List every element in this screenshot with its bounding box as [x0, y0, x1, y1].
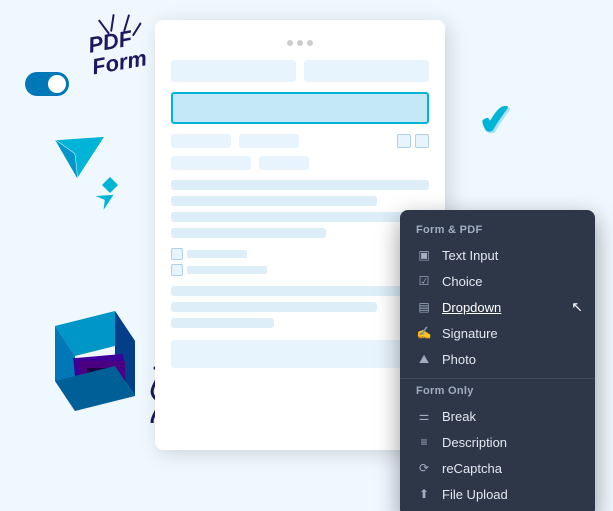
window-dots — [171, 40, 429, 46]
form-bottom-field[interactable] — [171, 340, 429, 368]
form-checkbox-b[interactable] — [415, 134, 429, 148]
form-field-1[interactable] — [171, 60, 296, 82]
menu-item-choice[interactable]: Choice — [400, 268, 595, 294]
form-section-2 — [171, 92, 429, 124]
form-section-more-lines — [171, 286, 429, 328]
form-section-1 — [171, 60, 429, 82]
form-label-box-3 — [171, 156, 251, 170]
form-section-3 — [171, 134, 429, 170]
menu-item-recaptcha[interactable]: reCaptcha — [400, 455, 595, 481]
break-icon — [416, 408, 432, 424]
menu-divider — [400, 378, 595, 379]
form-section-checks — [171, 248, 429, 276]
menu-item-break-label: Break — [442, 409, 476, 424]
menu-item-choice-label: Choice — [442, 274, 482, 289]
field-type-dropdown-menu[interactable]: Form & PDF Text Input Choice Dropdown ↖ … — [400, 210, 595, 511]
menu-item-text-input-label: Text Input — [442, 248, 498, 263]
menu-item-recaptcha-label: reCaptcha — [442, 461, 502, 476]
form-label-box-2 — [239, 134, 299, 148]
form-label-box-4 — [259, 156, 309, 170]
background: PDF Form — [0, 0, 613, 511]
pdf-form-label: PDF Form — [87, 26, 149, 79]
toggle-switch[interactable] — [25, 72, 69, 96]
dropdown-icon — [416, 299, 432, 315]
menu-section-form-only: Form Only — [400, 385, 595, 403]
file-upload-icon — [416, 486, 432, 502]
menu-item-description[interactable]: Description — [400, 429, 595, 455]
menu-item-break[interactable]: Break — [400, 403, 595, 429]
menu-section-form-pdf: Form & PDF — [400, 224, 595, 242]
form-checkbox-a[interactable] — [397, 134, 411, 148]
dot-2 — [297, 40, 303, 46]
diamond-icon — [100, 175, 120, 200]
text-input-icon — [416, 247, 432, 263]
small-checkbox-2[interactable] — [171, 264, 183, 276]
form-field-selected[interactable] — [171, 92, 429, 124]
menu-item-photo[interactable]: Photo — [400, 346, 595, 372]
dot-3 — [307, 40, 313, 46]
form-field-2[interactable] — [304, 60, 429, 82]
menu-item-signature-label: Signature — [442, 326, 498, 341]
signature-icon — [416, 325, 432, 341]
form-label-box-1 — [171, 134, 231, 148]
menu-item-file-upload-label: File Upload — [442, 487, 508, 502]
cursor-icon: ↖ — [571, 299, 583, 316]
menu-item-dropdown[interactable]: Dropdown ↖ — [400, 294, 595, 320]
menu-item-file-upload[interactable]: File Upload — [400, 481, 595, 507]
description-icon — [416, 434, 432, 450]
checkmark-icon: ✔ — [476, 94, 515, 146]
dot-1 — [287, 40, 293, 46]
form-section-lines — [171, 180, 429, 238]
photo-icon — [416, 351, 432, 367]
menu-item-signature[interactable]: Signature — [400, 320, 595, 346]
menu-item-dropdown-label: Dropdown — [442, 300, 501, 315]
recaptcha-icon — [416, 460, 432, 476]
menu-item-text-input[interactable]: Text Input — [400, 242, 595, 268]
menu-item-description-label: Description — [442, 435, 507, 450]
toggle-circle — [48, 75, 66, 93]
small-checkbox-1[interactable] — [171, 248, 183, 260]
choice-icon — [416, 273, 432, 289]
menu-item-photo-label: Photo — [442, 352, 476, 367]
